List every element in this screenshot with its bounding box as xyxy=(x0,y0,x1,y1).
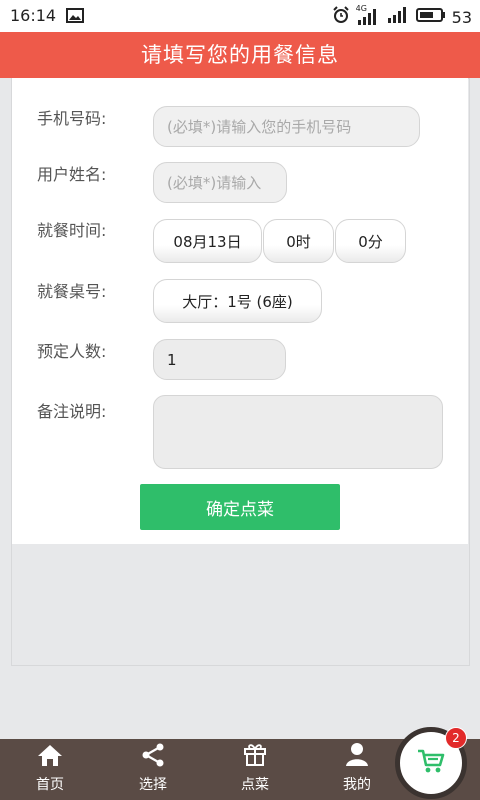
hour-select[interactable]: 0时 xyxy=(263,219,334,263)
signal-icon xyxy=(386,6,410,28)
note-textarea[interactable] xyxy=(153,395,443,469)
alarm-icon xyxy=(332,6,350,28)
phone-input[interactable]: (必填*)请输入您的手机号码 xyxy=(153,106,420,147)
tab-select-label: 选择 xyxy=(139,777,167,793)
status-indicators: 4G 53 xyxy=(332,4,472,28)
network-type-label: 4G xyxy=(355,4,367,13)
cart-count-badge: 2 xyxy=(445,727,467,749)
table-label: 就餐桌号: xyxy=(37,282,107,301)
table-select[interactable]: 大厅：1号 (6座) xyxy=(153,279,322,323)
cart-icon xyxy=(416,747,446,779)
battery-icon xyxy=(415,7,446,27)
minute-select[interactable]: 0分 xyxy=(335,219,406,263)
tab-mine-label: 我的 xyxy=(343,777,371,793)
name-input[interactable]: (必填*)请输入 xyxy=(153,162,287,203)
tab-order[interactable]: 点菜 xyxy=(210,739,300,800)
tab-order-label: 点菜 xyxy=(241,777,269,793)
note-label: 备注说明: xyxy=(37,402,107,421)
gift-icon xyxy=(242,741,268,774)
signal-4g-icon: 4G xyxy=(356,4,380,26)
phone-label: 手机号码: xyxy=(37,109,107,128)
user-icon xyxy=(344,741,370,774)
people-label: 预定人数: xyxy=(37,342,107,361)
page-title: 请填写您的用餐信息 xyxy=(0,32,480,78)
tab-select[interactable]: 选择 xyxy=(108,739,198,800)
tab-mine[interactable]: 我的 xyxy=(312,739,402,800)
tab-home-label: 首页 xyxy=(36,777,64,793)
name-label: 用户姓名: xyxy=(37,165,107,184)
status-time: 16:14 xyxy=(10,6,57,25)
people-input[interactable]: 1 xyxy=(153,339,286,380)
tab-home[interactable]: 首页 xyxy=(5,739,95,800)
time-label: 就餐时间: xyxy=(37,221,107,240)
battery-level: 53 xyxy=(451,7,472,27)
date-select[interactable]: 08月13日 xyxy=(153,219,262,263)
home-icon xyxy=(36,743,64,774)
status-bar: 16:14 4G 53 xyxy=(0,0,480,32)
confirm-order-button[interactable]: 确定点菜 xyxy=(140,484,340,530)
image-notification-icon xyxy=(66,8,84,27)
share-icon xyxy=(140,743,166,774)
